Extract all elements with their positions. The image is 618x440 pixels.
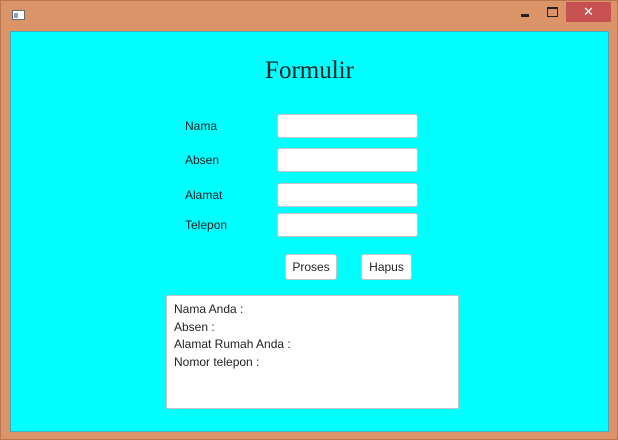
proses-button[interactable]: Proses	[285, 254, 337, 280]
form-title: Formulir	[265, 57, 354, 84]
app-window: ✕ Formulir Nama Absen Alamat Telepon Pro…	[0, 0, 618, 440]
telepon-label: Telepon	[185, 218, 228, 232]
minimize-icon	[521, 13, 529, 17]
output-textarea[interactable]: Nama Anda : Absen : Alamat Rumah Anda : …	[166, 295, 459, 409]
nama-input[interactable]	[277, 114, 418, 138]
close-icon: ✕	[583, 4, 594, 20]
form-panel: Formulir Nama Absen Alamat Telepon Prose…	[10, 31, 609, 432]
close-button[interactable]: ✕	[566, 2, 611, 22]
output-line-nama: Nama Anda :	[174, 302, 244, 316]
alamat-input[interactable]	[277, 183, 418, 207]
output-line-absen: Absen :	[174, 319, 215, 334]
telepon-input[interactable]	[277, 213, 418, 237]
maximize-icon	[546, 7, 558, 17]
nama-label: Nama	[185, 119, 218, 133]
alamat-label: Alamat	[185, 188, 223, 202]
absen-input[interactable]	[277, 148, 418, 172]
title-bar[interactable]: ✕	[1, 1, 617, 30]
minimize-button[interactable]	[512, 2, 538, 22]
maximize-button[interactable]	[539, 2, 565, 22]
hapus-button[interactable]: Hapus	[361, 254, 412, 280]
absen-label: Absen	[185, 153, 220, 167]
output-line-alamat: Alamat Rumah Anda :	[174, 337, 291, 351]
window-app-icon[interactable]	[12, 10, 25, 20]
output-line-telepon: Nomor telepon :	[174, 354, 260, 369]
